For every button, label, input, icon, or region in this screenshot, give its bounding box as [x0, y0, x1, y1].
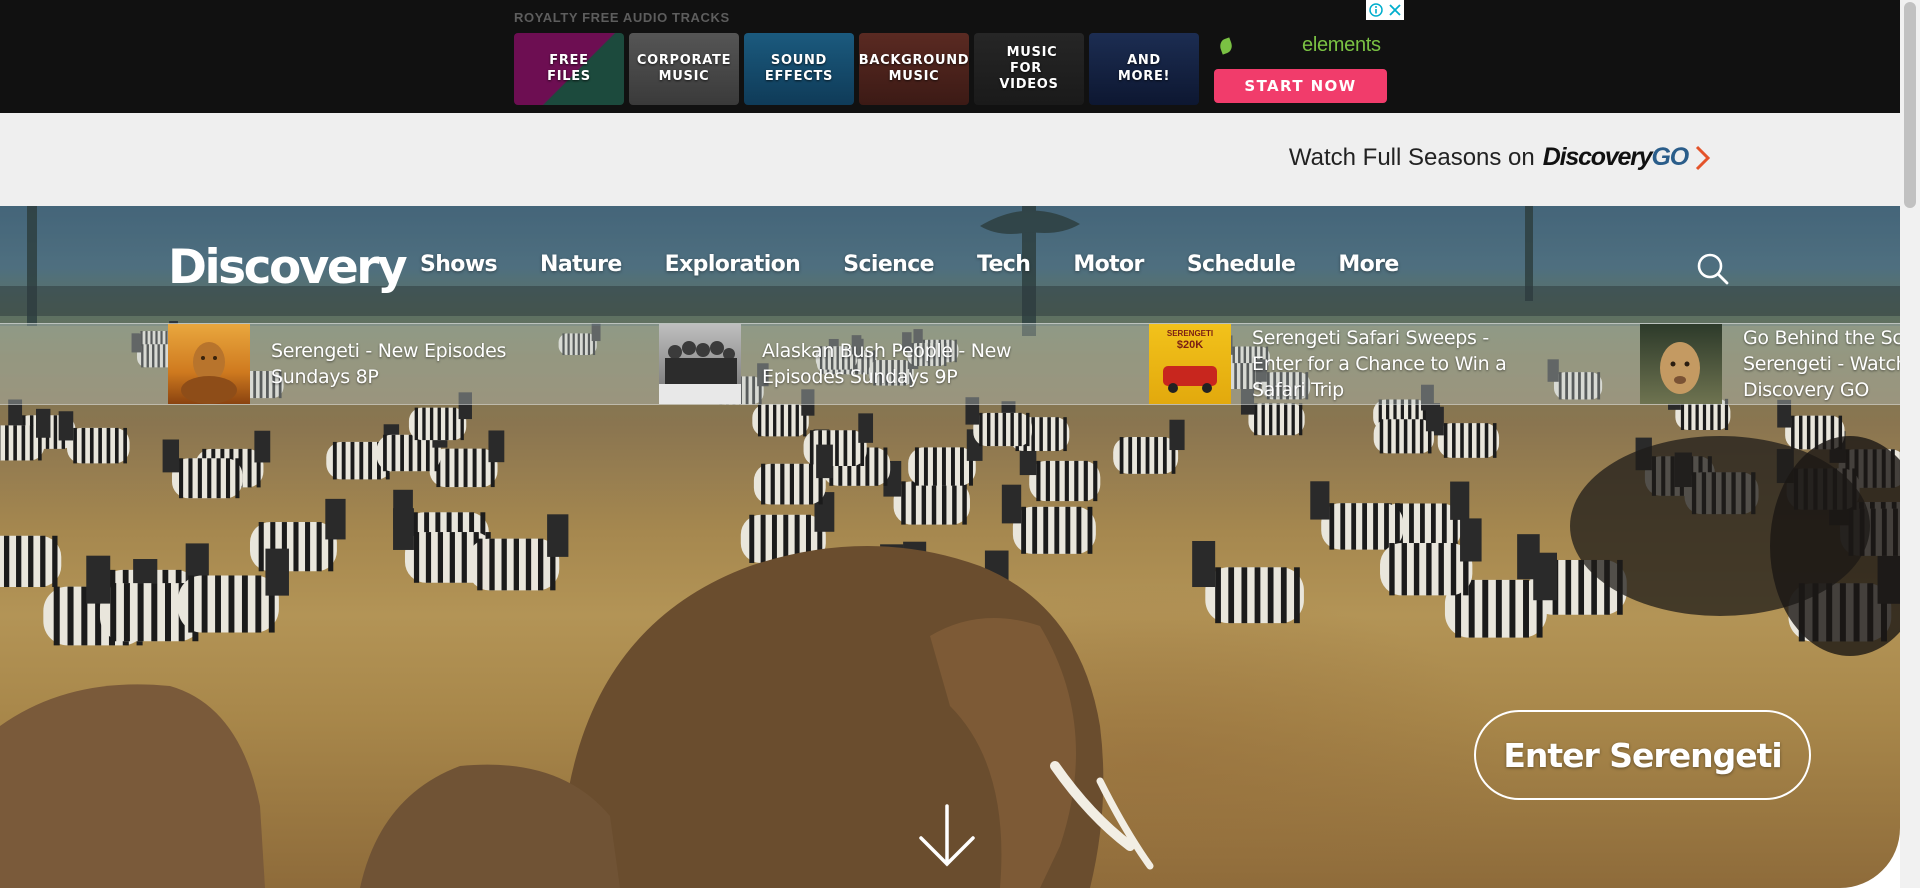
- promo-item-alaskan-bush-people[interactable]: Alaskan Bush People - New Episodes Sunda…: [659, 324, 1052, 404]
- nav-tech[interactable]: Tech: [977, 252, 1031, 277]
- ad-tile-line: BACKGROUND: [858, 53, 970, 68]
- promo-title: Serengeti Safari Sweeps - Enter for a Ch…: [1252, 327, 1507, 401]
- ad-tile-line: MUSIC FOR: [1006, 45, 1058, 76]
- ad-tile-line: SOUND: [770, 53, 828, 68]
- discovery-logo[interactable]: Discovery: [168, 240, 408, 295]
- ad-tile-sound-effects[interactable]: SOUND EFFECTS: [744, 33, 854, 105]
- search-icon[interactable]: [1696, 252, 1730, 291]
- ad-brand-name: elements: [1302, 34, 1381, 56]
- promo-thumbnail: SERENGETI $20K: [1149, 324, 1231, 404]
- adchoices-icon[interactable]: [1366, 0, 1385, 20]
- nav-nature[interactable]: Nature: [540, 252, 622, 277]
- nav-more[interactable]: More: [1338, 252, 1399, 277]
- ad-tile-background-music[interactable]: BACKGROUND MUSIC: [859, 33, 969, 105]
- ad-start-now-button[interactable]: START NOW: [1214, 69, 1387, 103]
- ad-tile-and-more[interactable]: AND MORE!: [1089, 33, 1199, 105]
- ad-tile-line: MUSIC: [658, 69, 710, 84]
- ad-tile-line: VIDEOS: [999, 77, 1059, 92]
- ad-tile-line: AND: [1127, 53, 1161, 68]
- ad-tile-music-for-videos[interactable]: MUSIC FOR VIDEOS: [974, 33, 1084, 105]
- promo-title: Serengeti - New Episodes Sundays 8P: [271, 340, 507, 388]
- promo-thumbnail: [1640, 324, 1722, 404]
- site-header: Discovery Shows Nature Exploration Scien…: [0, 206, 1900, 323]
- watch-text: Watch Full Seasons on: [1288, 143, 1535, 171]
- sweeps-thumb-amount: $20K: [1177, 339, 1203, 351]
- watch-full-seasons-strip: Watch Full Seasons on DiscoveryGO: [0, 113, 1900, 206]
- ad-tile-corporate-music[interactable]: CORPORATE MUSIC: [629, 33, 739, 105]
- promo-title: Alaskan Bush People - New Episodes Sunda…: [762, 340, 1012, 388]
- nav-shows[interactable]: Shows: [420, 252, 498, 277]
- scrollbar-thumb[interactable]: [1904, 2, 1916, 208]
- ad-tile-free-files[interactable]: FREE FILES: [514, 33, 624, 105]
- nav-exploration[interactable]: Exploration: [665, 252, 801, 277]
- leaf-icon: [1217, 37, 1235, 55]
- close-icon[interactable]: [1385, 0, 1404, 20]
- chevron-right-icon: [1695, 145, 1711, 170]
- main-nav: Shows Nature Exploration Science Tech Mo…: [420, 252, 1442, 277]
- nav-schedule[interactable]: Schedule: [1187, 252, 1296, 277]
- ad-tile-line: MORE!: [1117, 69, 1171, 84]
- promo-item-serengeti-episodes[interactable]: Serengeti - New Episodes Sundays 8P: [168, 324, 561, 404]
- ad-controls: [1366, 0, 1404, 20]
- ad-tile-line: FREE: [549, 53, 589, 68]
- promo-rail: Serengeti - New Episodes Sundays 8P Alas…: [0, 323, 1900, 405]
- ad-tile-line: FILES: [547, 69, 591, 84]
- sweeps-thumb-brand: SERENGETI: [1167, 329, 1213, 338]
- ad-banner[interactable]: ROYALTY FREE AUDIO TRACKS FREE FILES CORP…: [0, 0, 1900, 113]
- promo-item-safari-sweeps[interactable]: SERENGETI $20K Serengeti Safari Sweeps - …: [1149, 324, 1542, 404]
- promo-title: Go Behind the Scenes of Serengeti - Watc…: [1743, 327, 1900, 401]
- nav-science[interactable]: Science: [843, 252, 934, 277]
- nav-motor[interactable]: Motor: [1073, 252, 1144, 277]
- enter-serengeti-button[interactable]: Enter Serengeti: [1474, 710, 1811, 800]
- watch-discovery-go-link[interactable]: Watch Full Seasons on DiscoveryGO: [1289, 143, 1712, 172]
- ad-label: ROYALTY FREE AUDIO TRACKS: [514, 10, 730, 25]
- arrow-down-icon[interactable]: [917, 804, 977, 875]
- ad-brand-logo[interactable]: elements: [1216, 34, 1386, 58]
- hero-section: Discovery Shows Nature Exploration Scien…: [0, 206, 1900, 888]
- discovery-go-logo-main: Discovery: [1542, 143, 1653, 171]
- discovery-go-logo: DiscoveryGO: [1542, 143, 1690, 172]
- discovery-go-logo-go: GO: [1651, 143, 1690, 171]
- ad-tile-line: MUSIC: [888, 69, 940, 84]
- scrollbar[interactable]: [1900, 0, 1920, 888]
- ad-tile-line: EFFECTS: [764, 69, 834, 84]
- ad-tiles: FREE FILES CORPORATE MUSIC SOUND EFFECTS BA…: [514, 33, 1199, 105]
- promo-thumbnail: [659, 324, 741, 404]
- promo-item-behind-scenes[interactable]: Go Behind the Scenes of Serengeti - Watc…: [1640, 324, 1900, 404]
- promo-thumbnail: [168, 324, 250, 404]
- ad-tile-line: CORPORATE: [636, 53, 732, 68]
